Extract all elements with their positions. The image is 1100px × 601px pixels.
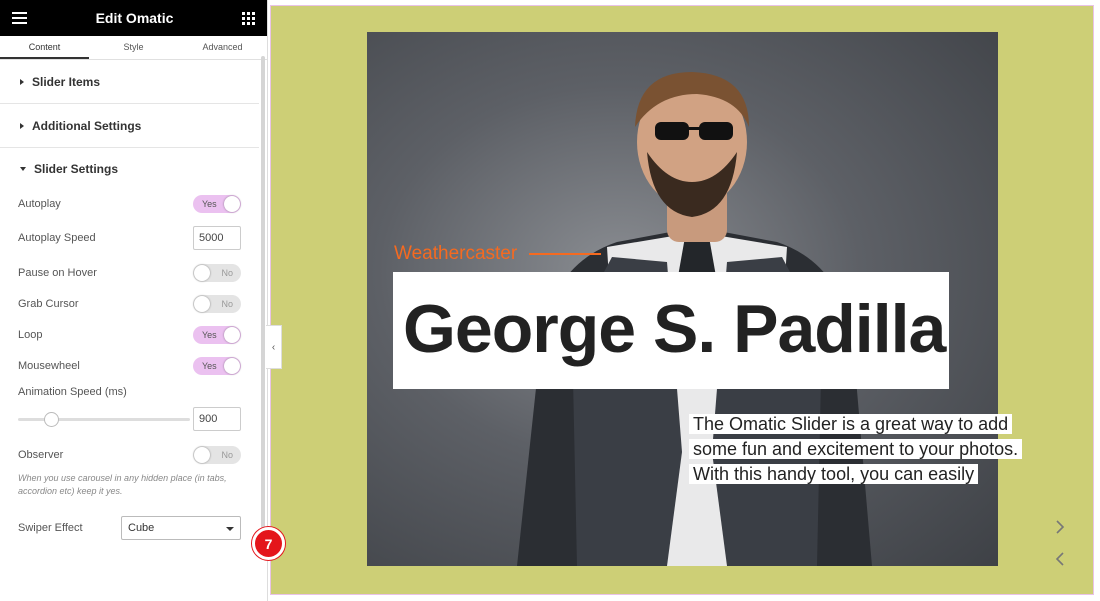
- setting-grab-cursor: Grab Cursor No: [0, 288, 259, 319]
- caret-down-icon: [20, 167, 26, 171]
- setting-label: Observer: [18, 448, 64, 461]
- toggle-text: Yes: [202, 198, 217, 209]
- select-value: Cube: [128, 521, 155, 534]
- collapse-panel-button[interactable]: ‹: [266, 325, 282, 369]
- panel-tabs: Content Style Advanced: [0, 36, 267, 60]
- setting-observer: Observer No: [0, 439, 259, 470]
- slide-subtitle: Weathercaster: [394, 243, 518, 264]
- toggle-knob: [224, 195, 240, 212]
- step-badge: 7: [252, 527, 285, 560]
- tab-content[interactable]: Content: [0, 36, 89, 59]
- slide-description: The Omatic Slider is a great way to add …: [689, 414, 1023, 484]
- sidebar-header: Edit Omatic: [0, 0, 267, 36]
- prev-slide-button[interactable]: [1051, 548, 1069, 570]
- next-slide-button[interactable]: [1051, 516, 1069, 538]
- section-slider-items[interactable]: Slider Items: [0, 60, 259, 104]
- section-label: Additional Settings: [32, 118, 142, 133]
- setting-loop: Loop Yes: [0, 319, 259, 350]
- section-slider-settings[interactable]: Slider Settings: [0, 148, 259, 190]
- chevron-right-icon: [1056, 520, 1065, 534]
- preview-canvas: Weathercaster George S. Padilla The Omat…: [268, 0, 1100, 601]
- section-label: Slider Items: [32, 74, 101, 89]
- slide-description-wrap: The Omatic Slider is a great way to add …: [689, 412, 1049, 487]
- toggle-text: No: [221, 449, 233, 460]
- section-label: Slider Settings: [34, 162, 119, 176]
- section-additional-settings[interactable]: Additional Settings: [0, 104, 259, 148]
- tab-style[interactable]: Style: [89, 36, 178, 59]
- tab-advanced[interactable]: Advanced: [178, 36, 267, 59]
- animation-speed-slider[interactable]: [18, 411, 190, 427]
- grab-cursor-toggle[interactable]: No: [193, 294, 241, 313]
- sidebar-scrollbar[interactable]: [261, 56, 265, 528]
- caret-right-icon: [20, 122, 24, 129]
- panel-title: Edit Omatic: [95, 10, 174, 26]
- mousewheel-toggle[interactable]: Yes: [193, 356, 241, 375]
- setting-animation-speed: [0, 403, 259, 435]
- toggle-text: No: [221, 267, 233, 278]
- setting-label: Swiper Effect: [18, 521, 83, 534]
- toggle-text: Yes: [202, 360, 217, 371]
- setting-label: Grab Cursor: [18, 297, 79, 310]
- pause-on-hover-toggle[interactable]: No: [193, 263, 241, 282]
- toggle-knob: [194, 295, 210, 312]
- slide-title-box: George S. Padilla: [393, 272, 949, 389]
- setting-label: Mousewheel: [18, 359, 80, 372]
- setting-label: Autoplay: [18, 197, 61, 210]
- toggle-knob: [224, 357, 240, 374]
- slider-stage[interactable]: Weathercaster George S. Padilla The Omat…: [270, 5, 1094, 595]
- setting-label: Pause on Hover: [18, 266, 97, 279]
- slide-subtitle-wrap: Weathercaster: [394, 243, 602, 265]
- setting-pause-on-hover: Pause on Hover No: [0, 257, 259, 288]
- grid-icon[interactable]: [241, 11, 255, 25]
- chevron-left-icon: ‹: [271, 341, 276, 353]
- autoplay-speed-input[interactable]: [193, 226, 241, 250]
- toggle-text: No: [221, 298, 233, 309]
- app: Edit Omatic Content Style Advanced Slide…: [0, 0, 1100, 601]
- slide-title: George S. Padilla: [403, 291, 946, 367]
- chevron-left-icon: [1055, 552, 1064, 566]
- caret-right-icon: [20, 78, 24, 85]
- settings-panel: Slider Items Additional Settings Slider …: [0, 60, 259, 601]
- observer-toggle[interactable]: No: [193, 445, 241, 464]
- observer-hint: When you use carousel in any hidden plac…: [18, 473, 227, 496]
- autoplay-toggle[interactable]: Yes: [193, 194, 241, 213]
- toggle-knob: [194, 446, 210, 463]
- animation-speed-input[interactable]: [193, 407, 241, 431]
- hamburger-icon[interactable]: [12, 12, 27, 24]
- setting-autoplay-speed: Autoplay Speed: [0, 219, 259, 257]
- animation-speed-label: Animation Speed (ms): [18, 386, 127, 398]
- loop-toggle[interactable]: Yes: [193, 325, 241, 344]
- editor-sidebar: Edit Omatic Content Style Advanced Slide…: [0, 0, 268, 601]
- setting-label: Autoplay Speed: [18, 232, 96, 244]
- setting-swiper-effect: Swiper Effect Cube: [0, 512, 259, 543]
- setting-autoplay: Autoplay Yes: [0, 188, 259, 219]
- swiper-effect-select[interactable]: Cube: [121, 515, 241, 540]
- subtitle-divider: [529, 253, 602, 255]
- toggle-knob: [224, 326, 240, 343]
- toggle-knob: [194, 264, 210, 281]
- slider-thumb[interactable]: [44, 411, 59, 427]
- setting-label: Loop: [18, 328, 43, 341]
- setting-mousewheel: Mousewheel Yes: [0, 350, 259, 381]
- chevron-down-icon: [226, 526, 234, 531]
- toggle-text: Yes: [202, 329, 217, 340]
